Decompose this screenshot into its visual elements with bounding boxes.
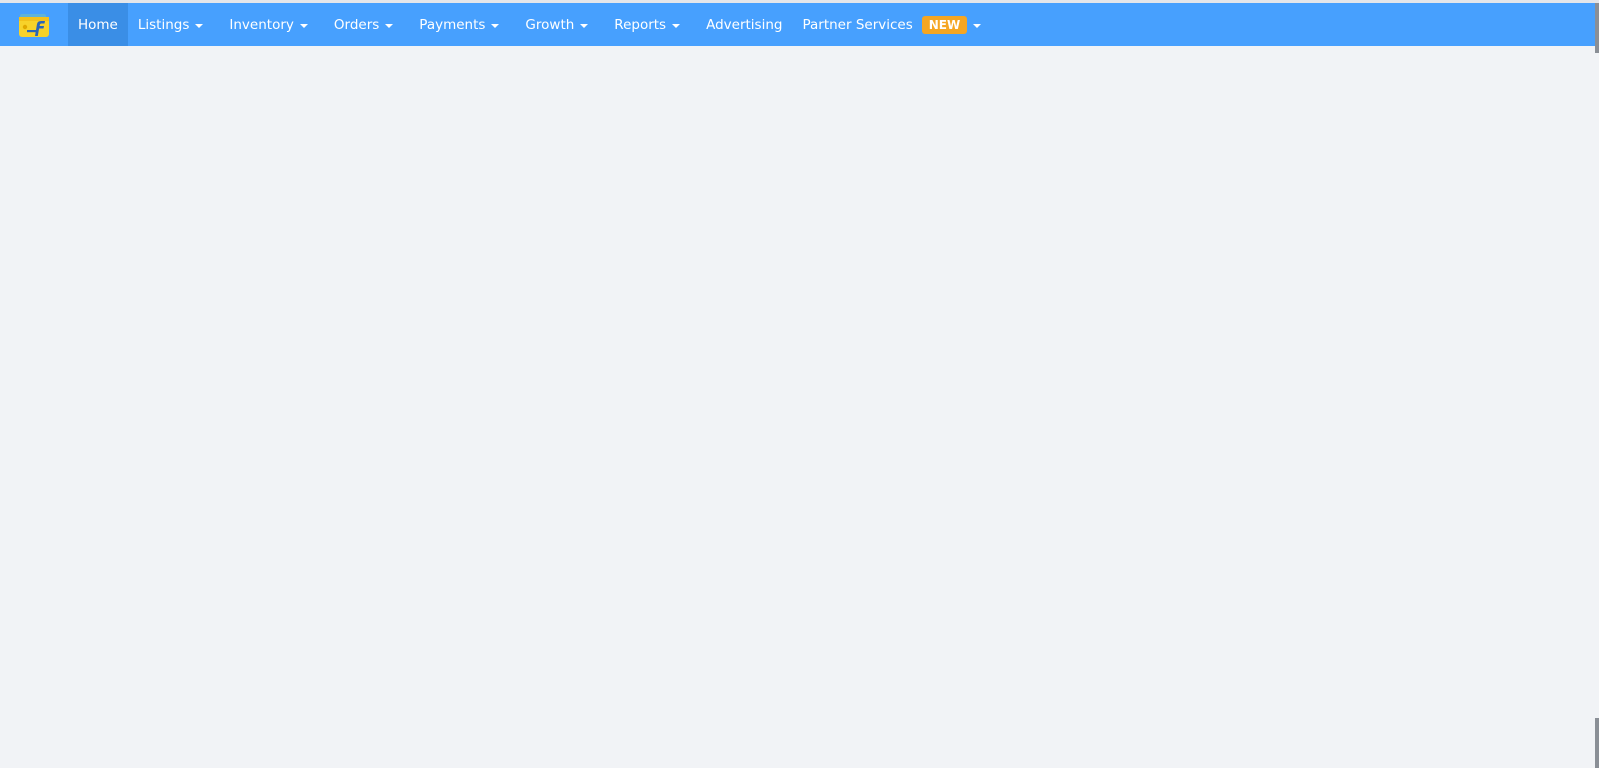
main-content-area <box>0 46 1595 768</box>
new-badge: NEW <box>921 15 968 34</box>
chevron-down-icon <box>672 23 681 28</box>
nav-advertising-label: Advertising <box>706 16 783 33</box>
scrollbar-thumb[interactable] <box>1595 718 1599 768</box>
nav-growth-label: Growth <box>525 16 575 33</box>
nav-home[interactable]: Home <box>68 3 128 46</box>
nav-inventory[interactable]: Inventory <box>219 3 317 46</box>
nav-listings[interactable]: Listings <box>128 3 214 46</box>
chevron-down-icon <box>195 23 204 28</box>
nav-reports-label: Reports <box>614 16 667 33</box>
home-logo-link[interactable] <box>0 3 68 46</box>
nav-reports[interactable]: Reports <box>604 3 690 46</box>
scrollbar-top-segment <box>1595 3 1599 53</box>
chevron-down-icon <box>973 23 982 28</box>
nav-payments-label: Payments <box>419 16 486 33</box>
nav-inventory-label: Inventory <box>229 16 294 33</box>
nav-orders-label: Orders <box>333 16 380 33</box>
nav-home-label: Home <box>78 16 118 33</box>
nav-advertising[interactable]: Advertising <box>696 3 792 46</box>
nav-partner-services-label: Partner Services <box>802 16 913 33</box>
chevron-down-icon <box>580 23 589 28</box>
nav-payments[interactable]: Payments <box>409 3 509 46</box>
chevron-down-icon <box>385 23 394 28</box>
chevron-down-icon <box>299 23 308 28</box>
vertical-scrollbar[interactable] <box>1595 53 1599 768</box>
top-navbar: Home Listings Inventory Orders Payments … <box>0 3 1595 46</box>
chevron-down-icon <box>491 23 500 28</box>
nav-growth[interactable]: Growth <box>515 3 598 46</box>
nav-partner-services[interactable]: Partner Services NEW <box>792 3 991 46</box>
nav-listings-label: Listings <box>137 16 190 33</box>
nav-orders[interactable]: Orders <box>324 3 403 46</box>
flipkart-seller-logo-icon <box>19 13 49 37</box>
